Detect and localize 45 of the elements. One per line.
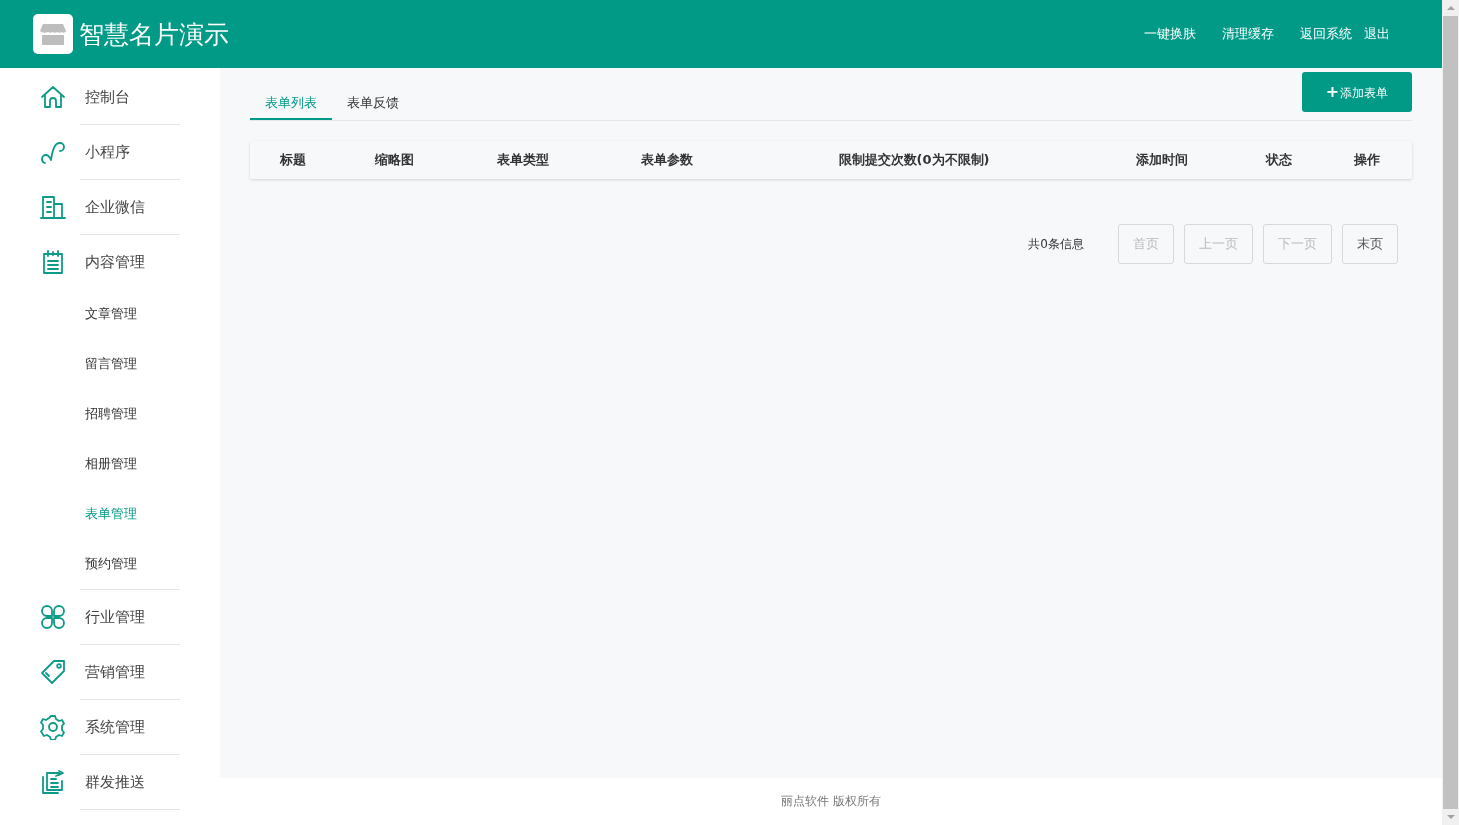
nav-subitem[interactable]: 招聘管理 [0, 389, 220, 439]
header-link[interactable]: 一键换肤 [1144, 25, 1196, 43]
scrollbar[interactable] [1442, 0, 1459, 825]
header-link[interactable]: 返回系统 [1300, 25, 1352, 43]
nav-item[interactable]: 营销管理 [0, 645, 220, 699]
clover-icon [40, 604, 66, 630]
nav-item[interactable]: 行业管理 [0, 590, 220, 644]
clipboard-icon [40, 249, 66, 275]
pagination-button[interactable]: 末页 [1342, 224, 1398, 264]
nav-item[interactable]: 企业微信 [0, 180, 220, 234]
column-header: 状态 [1264, 151, 1293, 169]
nav-item[interactable]: 小程序 [0, 125, 220, 179]
nav-subitem[interactable]: 预约管理 [0, 539, 220, 589]
nav-item[interactable]: 内容管理 [0, 235, 220, 289]
house-icon [40, 84, 66, 110]
header-link[interactable]: 退出 [1364, 25, 1390, 43]
column-header: 操作 [1352, 151, 1381, 169]
nav-subitem[interactable]: 表单管理 [0, 489, 220, 539]
curve-icon [40, 139, 66, 165]
column-header: 表单参数 [640, 151, 694, 169]
document-stack-icon [40, 769, 66, 795]
nav-item[interactable]: 群发推送 [0, 755, 220, 809]
building-icon [40, 194, 66, 220]
app-title: 智慧名片演示 [79, 18, 229, 51]
copyright-text: 丽点软件 版权所有 [781, 793, 881, 810]
scroll-up-arrow-icon[interactable] [1446, 6, 1455, 10]
settings-icon [40, 714, 66, 740]
header-link[interactable]: 清理缓存 [1222, 25, 1274, 43]
column-header: 添加时间 [1135, 151, 1189, 169]
nav-item[interactable]: 系统管理 [0, 700, 220, 754]
column-header: 表单类型 [496, 151, 550, 169]
nav-subitem[interactable]: 相册管理 [0, 439, 220, 489]
tab[interactable]: 表单反馈 [332, 88, 414, 120]
shop-logo-icon [33, 14, 73, 54]
column-header: 限制提交次数(0为不限制) [837, 151, 991, 169]
column-header: 缩略图 [373, 151, 415, 169]
scrollbar-thumb[interactable] [1443, 16, 1458, 809]
nav-subitem[interactable]: 留言管理 [0, 339, 220, 389]
add-form-button[interactable]: +添加表单 [1302, 72, 1412, 112]
scroll-down-arrow-icon[interactable] [1446, 815, 1455, 819]
tag-icon [40, 659, 66, 685]
column-header: 标题 [279, 151, 307, 169]
record-count: 共0条信息 [1028, 235, 1084, 253]
nav-item[interactable]: 控制台 [0, 70, 220, 124]
nav-subitem[interactable]: 文章管理 [0, 289, 220, 339]
